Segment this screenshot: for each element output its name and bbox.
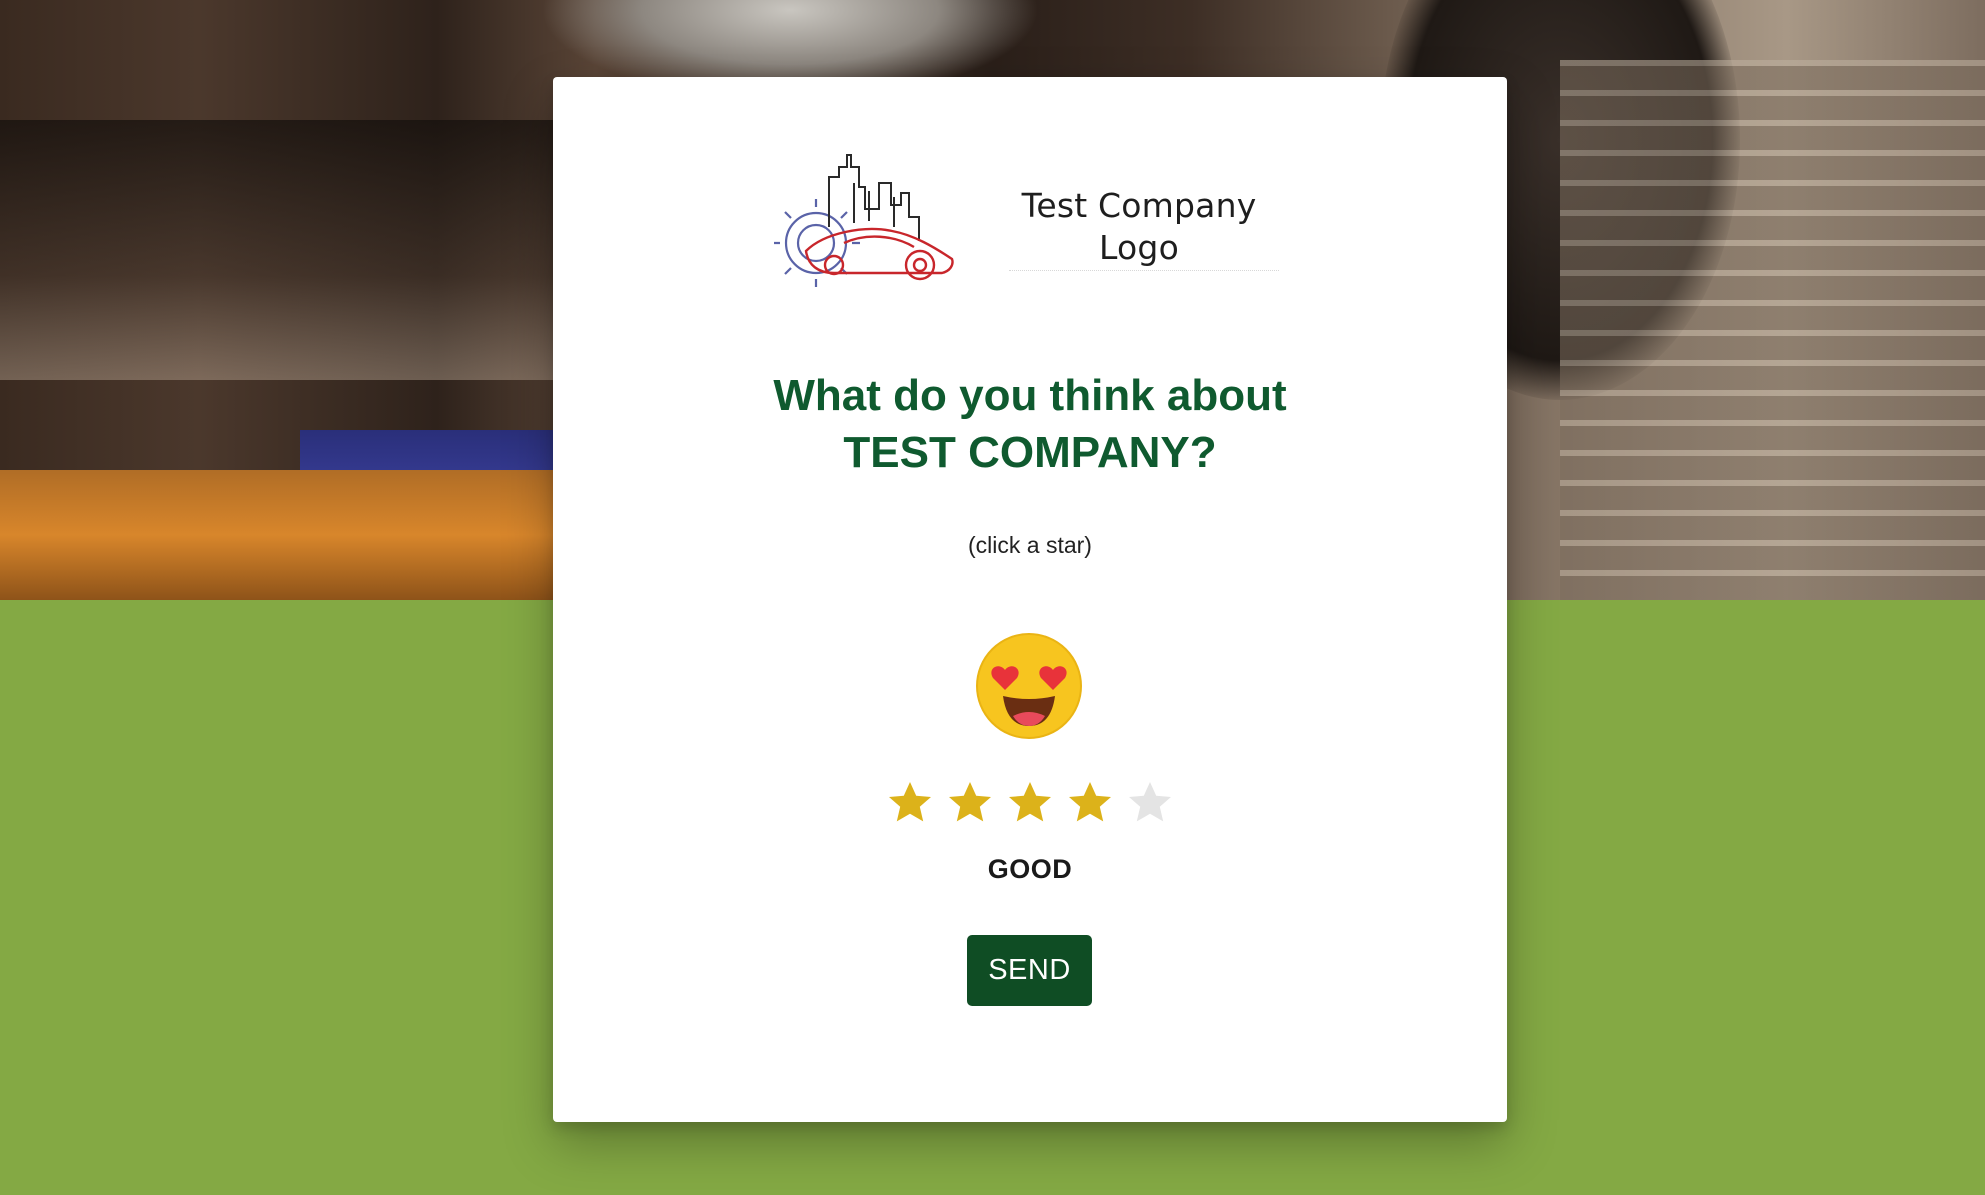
rating-hint: (click a star) [968, 532, 1092, 558]
question-line1: What do you think about [773, 371, 1287, 420]
company-logo: Test Company Logo [774, 147, 1294, 297]
background-shelf [1560, 60, 1985, 600]
rating-label: GOOD [987, 854, 1073, 884]
background-undercarriage [0, 120, 560, 380]
question-line2: TEST COMPANY? [843, 428, 1217, 477]
logo-text-line1: Test Company [1021, 186, 1257, 225]
star-2-icon[interactable] [946, 779, 994, 827]
logo-text-line2: Logo [1099, 228, 1179, 267]
survey-card: Test Company Logo What do you think abou… [553, 77, 1507, 1122]
logo-emblem-icon [774, 154, 954, 287]
star-4-icon[interactable] [1066, 779, 1114, 827]
logo-divider [1009, 270, 1279, 271]
logo-text: Test Company Logo [989, 185, 1289, 269]
send-button[interactable]: SEND [967, 935, 1092, 1006]
star-1-icon[interactable] [886, 779, 934, 827]
heart-eyes-face-icon [976, 633, 1082, 739]
star-5-icon[interactable] [1126, 779, 1174, 827]
survey-question: What do you think about TEST COMPANY? [553, 367, 1507, 481]
background-lift-base [0, 470, 560, 600]
star-rating [553, 779, 1507, 831]
star-3-icon[interactable] [1006, 779, 1054, 827]
